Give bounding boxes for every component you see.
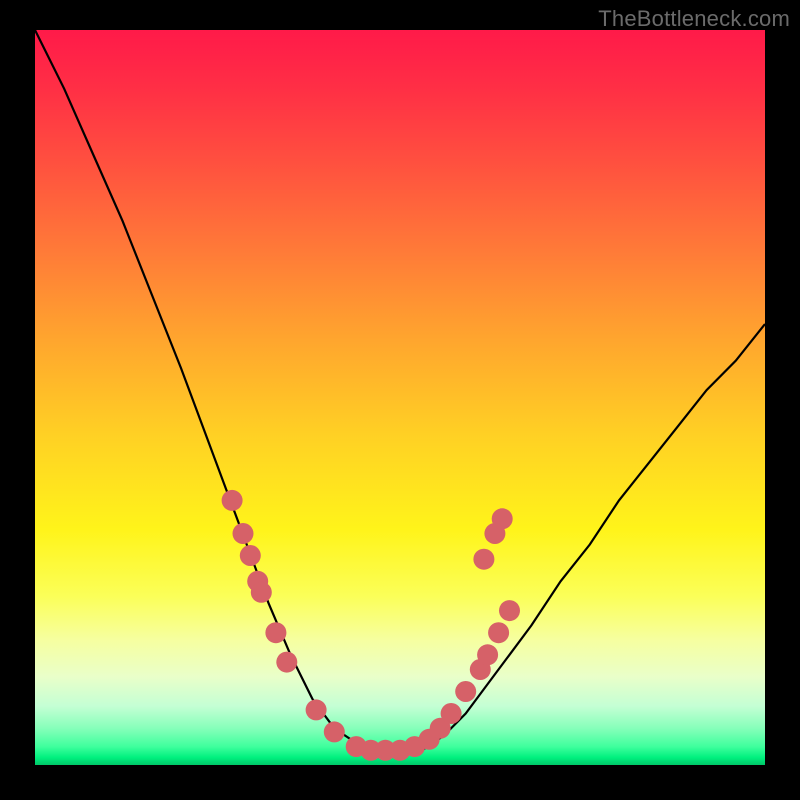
- data-point: [499, 600, 520, 621]
- chart-svg: [35, 30, 765, 765]
- data-point: [276, 652, 297, 673]
- data-point: [233, 523, 254, 544]
- data-point: [492, 508, 513, 529]
- chart-frame: TheBottleneck.com: [0, 0, 800, 800]
- data-point: [477, 644, 498, 665]
- data-point: [265, 622, 286, 643]
- data-point: [324, 721, 345, 742]
- data-point: [251, 582, 272, 603]
- bottleneck-curve: [35, 30, 765, 750]
- data-point: [455, 681, 476, 702]
- data-point: [306, 699, 327, 720]
- data-point: [473, 549, 494, 570]
- curve-dots: [222, 490, 520, 761]
- plot-area: [35, 30, 765, 765]
- data-point: [222, 490, 243, 511]
- watermark-text: TheBottleneck.com: [598, 6, 790, 32]
- data-point: [240, 545, 261, 566]
- data-point: [488, 622, 509, 643]
- data-point: [441, 703, 462, 724]
